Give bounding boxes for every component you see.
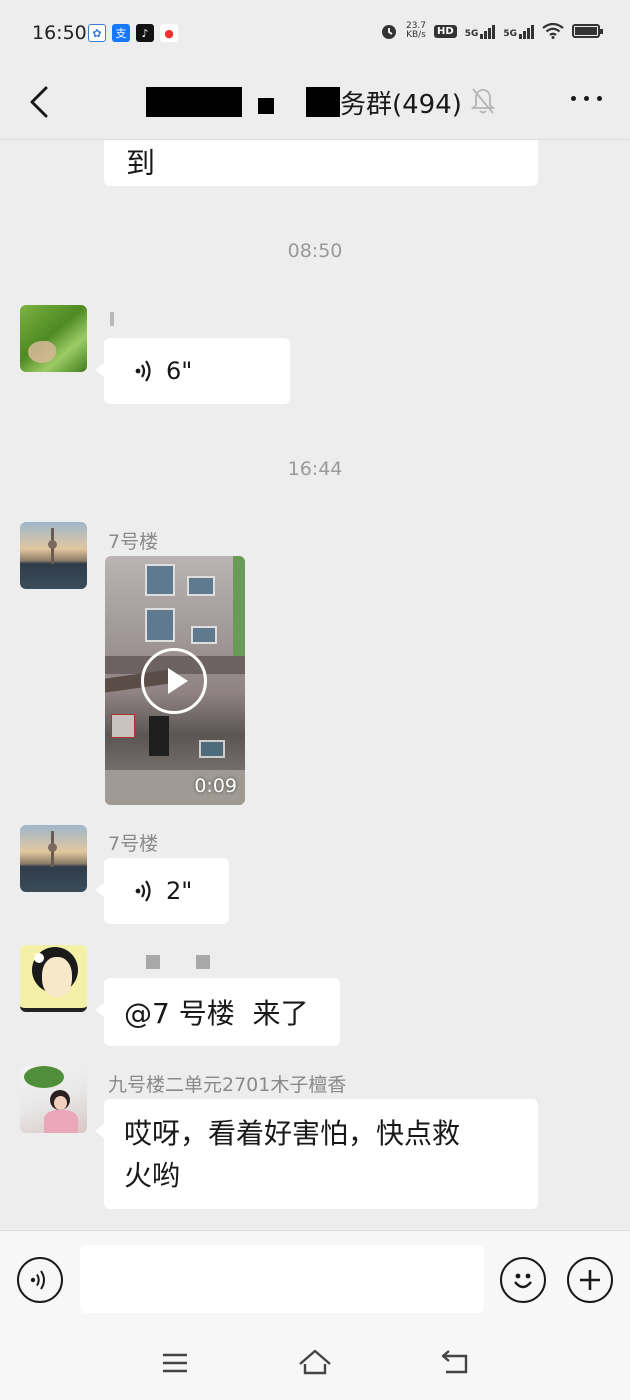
sender-name: 7号楼 bbox=[108, 833, 159, 855]
sender-name-redacted bbox=[110, 312, 114, 326]
plus-icon bbox=[580, 1270, 600, 1290]
hd-badge: HD bbox=[434, 24, 457, 38]
network-speed: 23.7 KB/s bbox=[405, 21, 427, 40]
redacted-title-part bbox=[306, 87, 340, 117]
message-input[interactable] bbox=[80, 1245, 484, 1313]
mute-bell-icon bbox=[470, 88, 496, 114]
voice-message-bubble[interactable]: 6" bbox=[95, 338, 290, 404]
chat-title-text: 务群(494) bbox=[340, 89, 462, 120]
dot-icon bbox=[597, 96, 602, 101]
chat-title: 务群(494) bbox=[146, 80, 462, 124]
avatar[interactable] bbox=[20, 1066, 87, 1133]
more-options-button[interactable] bbox=[571, 96, 602, 101]
timestamp: 08:50 bbox=[287, 240, 343, 262]
voice-message-bubble[interactable]: 2" bbox=[95, 858, 229, 924]
baidu-app-icon: ✿ bbox=[88, 24, 106, 42]
redacted-title-part bbox=[258, 98, 274, 114]
sender-name-redacted bbox=[146, 955, 160, 969]
video-duration: 0:09 bbox=[194, 775, 237, 797]
dot-icon bbox=[584, 96, 589, 101]
back-button[interactable] bbox=[22, 82, 58, 122]
message-bubble[interactable]: 哎呀，看着好害怕，快点救 火哟 bbox=[95, 1099, 538, 1209]
notification-icons: ✿ 支 ♪ ● bbox=[88, 24, 178, 42]
input-bar bbox=[0, 1230, 630, 1328]
voice-icon bbox=[30, 1270, 45, 1290]
signal-sim2: 5G bbox=[503, 23, 534, 39]
voice-wave-icon bbox=[135, 880, 151, 902]
status-indicators: 23.7 KB/s HD 5G 5G bbox=[380, 21, 603, 40]
message-bubble[interactable]: @7 号楼 来了 bbox=[95, 978, 340, 1046]
sender-name: 九号楼二单元2701木子檀香 bbox=[108, 1074, 347, 1096]
message-text-line: 火哟 bbox=[124, 1159, 181, 1192]
status-bar: 16:50 ✿ 支 ♪ ● 23.7 KB/s HD 5G 5G bbox=[0, 0, 630, 66]
avatar[interactable] bbox=[20, 522, 87, 589]
avatar[interactable] bbox=[20, 305, 87, 372]
system-navigation-bar bbox=[0, 1328, 630, 1400]
wifi-icon bbox=[542, 23, 564, 39]
tiktok-app-icon: ♪ bbox=[136, 24, 154, 42]
message-text-line: 哎呀，看着好害怕，快点救 bbox=[124, 1117, 461, 1150]
play-icon[interactable] bbox=[141, 648, 207, 714]
home-icon[interactable] bbox=[298, 1348, 332, 1376]
redacted-title-part bbox=[146, 87, 242, 117]
timestamp: 16:44 bbox=[287, 458, 343, 480]
alarm-icon bbox=[381, 25, 396, 39]
dot-icon bbox=[571, 96, 576, 101]
chevron-left-icon bbox=[30, 86, 48, 118]
more-functions-button[interactable] bbox=[567, 1257, 613, 1303]
avatar[interactable] bbox=[20, 825, 87, 892]
signal-sim1: 5G bbox=[465, 23, 496, 39]
voice-duration: 2" bbox=[166, 877, 193, 905]
voice-duration: 6" bbox=[166, 357, 193, 385]
chat-header: 务群(494) bbox=[0, 66, 630, 140]
message-bubble[interactable]: 到 bbox=[104, 140, 538, 186]
sender-name-redacted bbox=[196, 955, 210, 969]
emoji-icon bbox=[514, 1273, 532, 1289]
message-text: @7 号楼 来了 bbox=[124, 997, 309, 1030]
message-text: 到 bbox=[126, 146, 156, 180]
battery-icon bbox=[572, 24, 603, 38]
voice-input-button[interactable] bbox=[17, 1257, 63, 1303]
voice-wave-icon bbox=[135, 360, 151, 382]
alipay-app-icon: 支 bbox=[112, 24, 130, 42]
message-list[interactable]: 到 08:50 6" 16:44 7号楼 0:09 7号楼 2" @7 号楼 来… bbox=[0, 140, 630, 1230]
emoji-button[interactable] bbox=[500, 1257, 546, 1303]
recent-apps-icon[interactable] bbox=[162, 1352, 188, 1374]
status-time: 16:50 bbox=[32, 22, 87, 44]
sender-name: 7号楼 bbox=[108, 531, 159, 553]
avatar[interactable] bbox=[20, 945, 87, 1012]
video-message-thumbnail[interactable]: 0:09 bbox=[105, 556, 245, 805]
back-nav-icon[interactable] bbox=[440, 1348, 470, 1376]
map-pin-app-icon: ● bbox=[160, 24, 178, 42]
